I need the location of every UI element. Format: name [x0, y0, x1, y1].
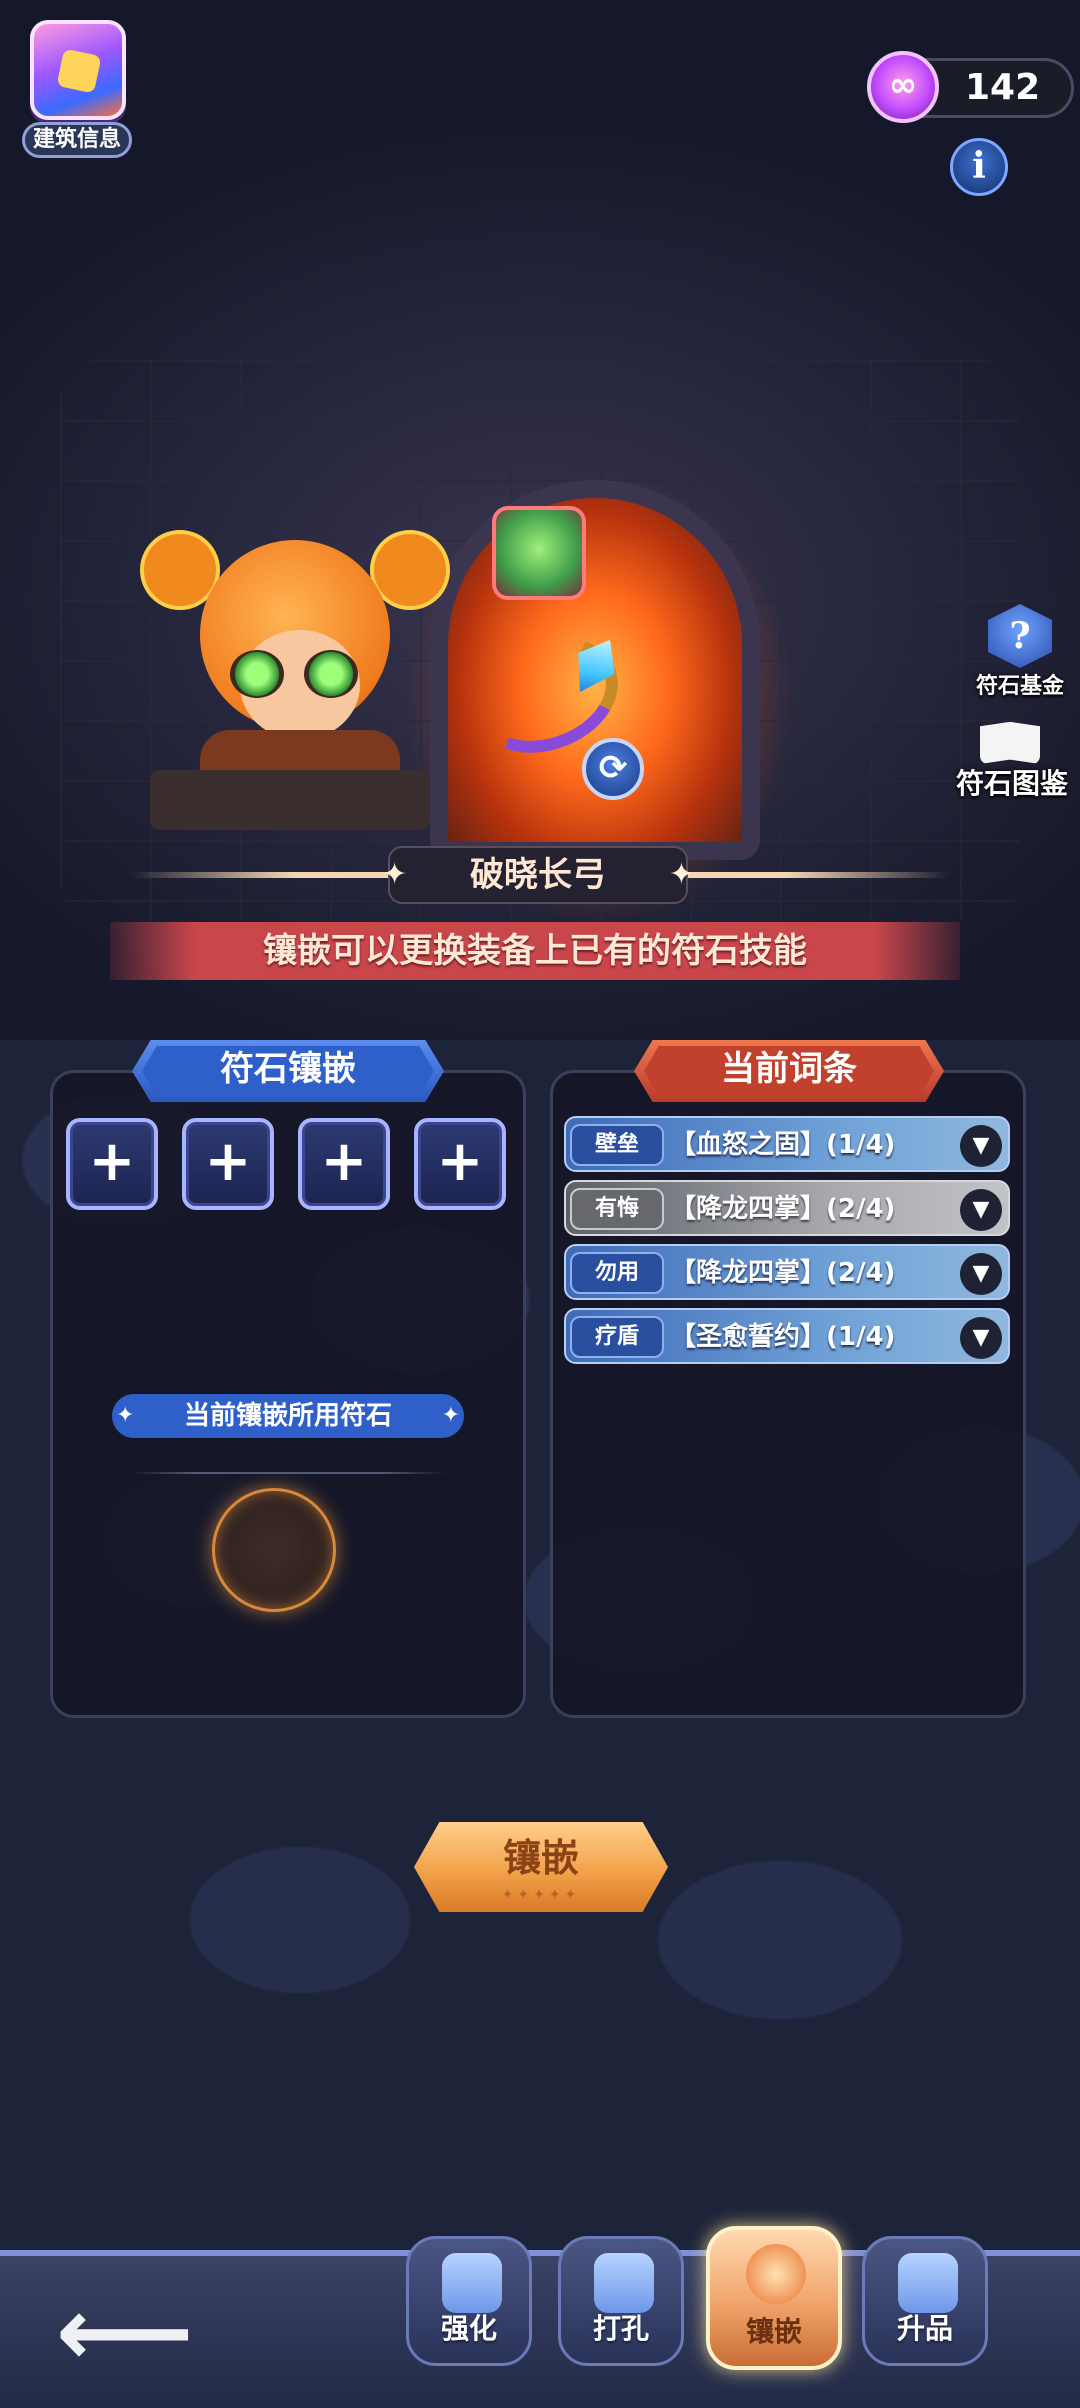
building-info-button[interactable]: 建筑信息 [18, 20, 136, 160]
entry-text: 【圣愈誓约】(1/4) [670, 1322, 896, 1352]
entry-text: 【血怒之固】(1/4) [670, 1130, 896, 1160]
chevron-down-icon[interactable]: ▼ [960, 1125, 1002, 1167]
current-entries-title: 当前词条 [634, 1040, 944, 1102]
rune-slots: + + + + [66, 1118, 512, 1210]
current-entries-title-text: 当前词条 [721, 1049, 857, 1089]
rune-inlay-title: 符石镶嵌 [132, 1040, 444, 1102]
equipment-name: 破晓长弓 [382, 846, 694, 904]
inlay-button-label: 镶嵌 [502, 1836, 579, 1880]
tab-upgrade[interactable]: 升品 [862, 2236, 988, 2366]
rune-codex-button[interactable]: 符石图鉴 [940, 722, 1080, 802]
chevron-down-icon[interactable]: ▼ [960, 1253, 1002, 1295]
hint-banner: 镶嵌可以更换装备上已有的符石技能 [110, 922, 960, 980]
rune-fund-button[interactable]: ? 符石基金 [960, 604, 1076, 704]
hammer-icon [442, 2253, 502, 2313]
used-rune-divider [130, 1472, 446, 1474]
currency-display: 142 [867, 51, 1074, 123]
rune-icon [746, 2244, 806, 2304]
book-icon [980, 722, 1040, 764]
entry-row-1[interactable]: 壁垒 【血怒之固】(1/4) ▼ [564, 1116, 1010, 1172]
building-info-label: 建筑信息 [22, 122, 132, 158]
blacksmith-character [140, 510, 450, 810]
tab-punch[interactable]: 打孔 [558, 2236, 684, 2366]
entry-tag: 疗盾 [570, 1316, 664, 1358]
chevron-down-icon[interactable]: ▼ [960, 1317, 1002, 1359]
building-icon [30, 20, 126, 120]
tab-inlay[interactable]: 镶嵌 [706, 2226, 842, 2370]
hero-portrait[interactable] [492, 506, 586, 600]
rune-slot-3[interactable]: + [298, 1118, 390, 1210]
rune-slot-1[interactable]: + [66, 1118, 158, 1210]
goggles-icon [230, 650, 380, 698]
entry-tag: 有悔 [570, 1188, 664, 1230]
gem-icon [867, 51, 939, 123]
used-rune-label: 当前镶嵌所用符石 [112, 1394, 464, 1438]
entry-row-4[interactable]: 疗盾 【圣愈誓约】(1/4) ▼ [564, 1308, 1010, 1364]
entry-tag: 壁垒 [570, 1124, 664, 1166]
armor-icon [898, 2253, 958, 2313]
rune-fund-label: 符石基金 [975, 674, 1064, 699]
rune-orb-slot[interactable] [212, 1488, 336, 1612]
entry-row-2[interactable]: 有悔 【降龙四掌】(2/4) ▼ [564, 1180, 1010, 1236]
rune-inlay-title-text: 符石镶嵌 [220, 1049, 356, 1089]
currency-value: 142 [965, 67, 1041, 108]
chevron-down-icon[interactable]: ▼ [960, 1189, 1002, 1231]
rune-codex-label: 符石图鉴 [955, 767, 1068, 800]
drill-icon [594, 2253, 654, 2313]
entry-tag: 勿用 [570, 1252, 664, 1294]
inlay-button[interactable]: 镶嵌 ✦✦✦✦✦ [414, 1822, 668, 1912]
anvil [150, 770, 430, 830]
tab-label: 升品 [896, 2312, 953, 2345]
tab-label: 打孔 [592, 2312, 649, 2345]
inlay-button-stars: ✦✦✦✦✦ [501, 1887, 581, 1903]
rune-slot-4[interactable]: + [414, 1118, 506, 1210]
tab-label: 强化 [440, 2312, 497, 2345]
entry-text: 【降龙四掌】(2/4) [670, 1258, 896, 1288]
tab-enhance[interactable]: 强化 [406, 2236, 532, 2366]
question-icon: ? [988, 604, 1052, 668]
arrow-left-icon[interactable]: ⟵ [56, 2284, 194, 2380]
rune-slot-2[interactable]: + [182, 1118, 274, 1210]
swap-equipment-button[interactable]: ⟳ [582, 738, 644, 800]
tab-label: 镶嵌 [745, 2315, 802, 2348]
info-button[interactable]: i [950, 138, 1008, 196]
entry-text: 【降龙四掌】(2/4) [670, 1194, 896, 1224]
entry-row-3[interactable]: 勿用 【降龙四掌】(2/4) ▼ [564, 1244, 1010, 1300]
